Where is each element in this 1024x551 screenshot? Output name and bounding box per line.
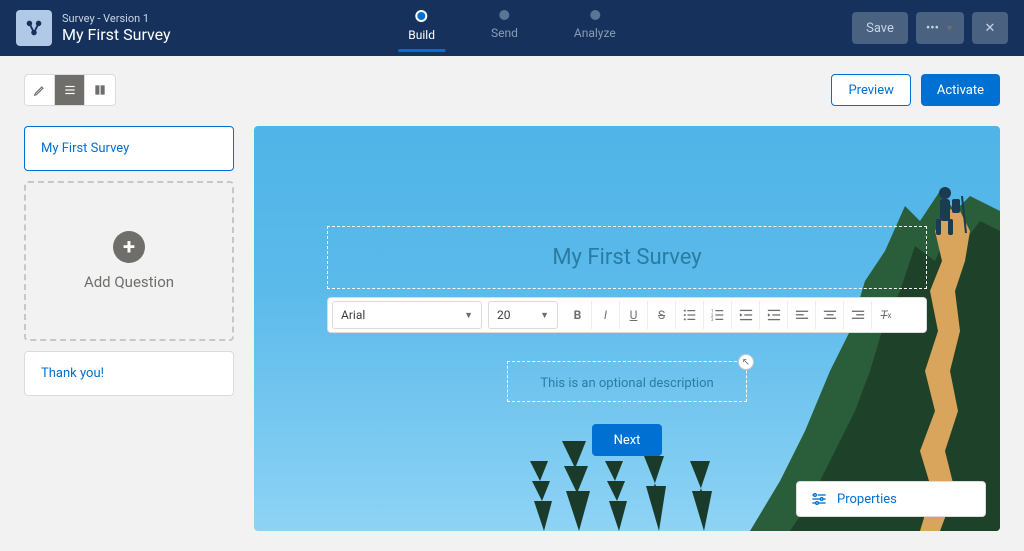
properties-label: Properties xyxy=(837,492,897,507)
font-family-select[interactable]: Arial ▼ xyxy=(332,301,482,329)
chevron-down-icon: ▼ xyxy=(464,310,473,321)
save-button[interactable]: Save xyxy=(852,12,908,44)
properties-icon xyxy=(811,491,827,507)
clear-formatting-icon: T xyxy=(881,308,888,322)
survey-canvas: My First Survey Arial ▼ 20 ▼ B I U S xyxy=(254,126,1000,531)
sidebar-item-label: Thank you! xyxy=(41,366,104,381)
add-question-button[interactable]: + Add Question xyxy=(24,181,234,341)
survey-title-input[interactable]: My First Survey xyxy=(327,226,927,289)
italic-icon: I xyxy=(604,308,607,322)
align-center-icon xyxy=(823,308,837,322)
strikethrough-icon: S xyxy=(658,308,665,322)
add-question-label: Add Question xyxy=(84,273,174,291)
survey-description-text: This is an optional description xyxy=(540,376,713,391)
tab-analyze-label: Analyze xyxy=(574,26,616,40)
view-toggle-columns[interactable] xyxy=(85,75,115,105)
sidebar-item-thankyou-page[interactable]: Thank you! xyxy=(24,351,234,396)
more-icon: ••• xyxy=(926,21,939,36)
tab-build-label: Build xyxy=(408,28,435,42)
next-button[interactable]: Next xyxy=(592,424,663,456)
survey-title-text: My First Survey xyxy=(552,245,701,270)
bold-button[interactable]: B xyxy=(564,301,592,329)
survey-description-input[interactable]: ↖ This is an optional description xyxy=(507,361,747,402)
align-right-icon xyxy=(851,308,865,322)
tab-analyze[interactable]: Analyze xyxy=(574,10,616,40)
header-actions: Save ••• ▼ ✕ xyxy=(852,12,1008,44)
tab-build[interactable]: Build xyxy=(408,10,435,42)
tab-analyze-dot xyxy=(590,10,600,20)
breadcrumb: Survey - Version 1 xyxy=(62,12,171,25)
builder-tabs: Build Send Analyze xyxy=(408,0,615,56)
close-button[interactable]: ✕ xyxy=(972,12,1008,44)
activate-button[interactable]: Activate xyxy=(921,74,1000,106)
survey-app-icon xyxy=(16,10,52,46)
indent-button[interactable] xyxy=(760,301,788,329)
survey-content: My First Survey Arial ▼ 20 ▼ B I U S xyxy=(327,226,927,456)
svg-text:3: 3 xyxy=(711,318,714,322)
properties-button[interactable]: Properties xyxy=(796,481,986,517)
numbered-list-icon: 123 xyxy=(711,308,725,322)
clear-formatting-button[interactable]: Tx xyxy=(872,301,900,329)
page-title: My First Survey xyxy=(62,25,171,44)
preview-button[interactable]: Preview xyxy=(831,74,910,106)
chevron-down-icon: ▼ xyxy=(945,23,954,34)
toolbar-row: Preview Activate xyxy=(0,56,1024,106)
numbered-list-button[interactable]: 123 xyxy=(704,301,732,329)
view-toggle-list[interactable] xyxy=(55,75,85,105)
more-actions-button[interactable]: ••• ▼ xyxy=(916,12,964,44)
title-block: Survey - Version 1 My First Survey xyxy=(62,12,171,44)
close-icon: ✕ xyxy=(985,21,996,36)
tab-send[interactable]: Send xyxy=(491,10,518,40)
bullet-list-button[interactable] xyxy=(676,301,704,329)
tab-send-label: Send xyxy=(491,26,518,40)
main-layout: My First Survey + Add Question Thank you… xyxy=(0,106,1024,551)
rich-text-toolbar: Arial ▼ 20 ▼ B I U S 123 xyxy=(327,297,927,333)
view-toggles xyxy=(24,74,116,106)
font-size-select[interactable]: 20 ▼ xyxy=(488,301,558,329)
remove-description-button[interactable]: ↖ xyxy=(738,354,754,370)
view-toggle-edit[interactable] xyxy=(25,75,55,105)
align-left-icon xyxy=(795,308,809,322)
italic-button[interactable]: I xyxy=(592,301,620,329)
indent-icon xyxy=(767,308,781,322)
outdent-icon xyxy=(739,308,753,322)
app-header: Survey - Version 1 My First Survey Build… xyxy=(0,0,1024,56)
tab-build-dot xyxy=(416,10,428,22)
font-size-value: 20 xyxy=(497,308,511,322)
font-family-value: Arial xyxy=(341,308,365,322)
bold-icon: B xyxy=(574,308,582,322)
chevron-down-icon: ▼ xyxy=(540,310,549,321)
action-buttons: Preview Activate xyxy=(831,74,1000,106)
plus-icon: + xyxy=(113,231,145,263)
pages-sidebar: My First Survey + Add Question Thank you… xyxy=(24,126,234,531)
align-left-button[interactable] xyxy=(788,301,816,329)
underline-button[interactable]: U xyxy=(620,301,648,329)
tab-send-dot xyxy=(499,10,509,20)
bullet-list-icon xyxy=(683,308,697,322)
strikethrough-button[interactable]: S xyxy=(648,301,676,329)
sidebar-item-label: My First Survey xyxy=(41,141,129,156)
align-center-button[interactable] xyxy=(816,301,844,329)
close-icon: ↖ xyxy=(742,357,750,368)
underline-icon: U xyxy=(630,308,638,322)
align-right-button[interactable] xyxy=(844,301,872,329)
sidebar-item-welcome-page[interactable]: My First Survey xyxy=(24,126,234,171)
outdent-button[interactable] xyxy=(732,301,760,329)
